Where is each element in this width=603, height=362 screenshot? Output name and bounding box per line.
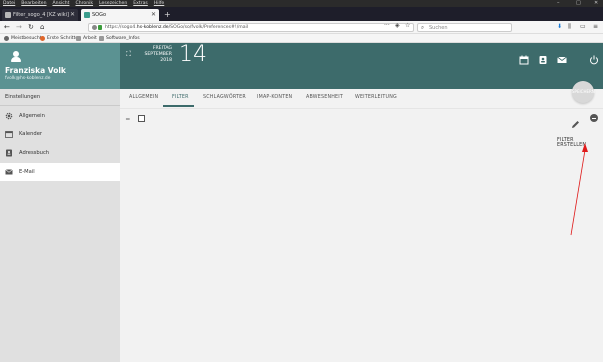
hamburger-menu-icon[interactable]: ≡ <box>593 23 598 30</box>
tab-vacation[interactable]: ABWESENHEIT <box>306 95 343 100</box>
sidebar-item-calendar[interactable]: Kalender <box>0 125 120 143</box>
forward-icon[interactable]: → <box>16 23 22 32</box>
info-icon[interactable] <box>92 25 97 30</box>
contacts-icon[interactable] <box>538 50 548 64</box>
mail-icon[interactable] <box>557 50 567 63</box>
sidebar-title: Einstellungen <box>5 94 41 100</box>
folder-icon <box>76 36 81 41</box>
tab-general[interactable]: ALLGEMEIN <box>129 95 158 100</box>
sidebar-item-label: Adressbuch <box>19 150 50 156</box>
date-day: 14 <box>179 42 207 67</box>
library-icon[interactable]: ⫼ <box>568 23 571 31</box>
bookmark-label: Arbeit <box>83 36 97 41</box>
menu-item-help[interactable]: Hilfe <box>151 0 167 7</box>
menu-item-bookmarks[interactable]: Lesezeichen <box>96 0 130 7</box>
url-path: /SOGo/so/fvolk/Preferences#!/mail <box>168 25 249 30</box>
fullscreen-icon[interactable]: ⛶ <box>126 50 134 58</box>
main-content <box>120 89 603 362</box>
sidebar-item-label: E-Mail <box>19 169 35 175</box>
calendar-icon <box>5 130 13 138</box>
gear-icon <box>5 112 13 120</box>
bookmark-most-visited[interactable]: Meistbesucht <box>4 34 42 43</box>
menu-item-view[interactable]: Ansicht <box>50 0 73 7</box>
select-all-checkbox[interactable] <box>138 115 145 122</box>
browser-tab-sogo[interactable]: SOGo ✕ <box>81 9 159 21</box>
browser-tab-wiki[interactable]: Filter_sogo_4 [KZ wiki] ✕ <box>2 9 78 21</box>
url-prefix: https://sogo4. <box>105 25 137 30</box>
more-actions-icon[interactable]: ··· <box>384 22 390 29</box>
bookmark-folder-work[interactable]: Arbeit <box>76 34 97 43</box>
edit-pencil-icon[interactable] <box>571 114 580 128</box>
user-panel: Franziska Volk fvolk@hs-koblenz.de <box>0 43 120 89</box>
menu-item-edit[interactable]: Bearbeiten <box>18 0 49 7</box>
bookmark-label: Software_Infos <box>106 36 140 41</box>
close-tab-icon[interactable]: ✕ <box>151 9 156 21</box>
menu-item-file[interactable]: Datei <box>0 0 18 7</box>
save-fab-button[interactable]: SPEICHERN <box>572 81 595 103</box>
date-text: FREITAG SEPTEMBER 2018 <box>140 46 172 64</box>
annotation-arrow <box>570 143 588 236</box>
preferences-sidebar: Einstellungen Allgemein Kalender Adressb… <box>0 89 120 362</box>
sogo-favicon-icon <box>84 12 90 18</box>
fab-label: SPEICHERN <box>572 89 595 94</box>
bookmarks-bar: Meistbesucht Erste Schritte Arbeit Softw… <box>0 34 603 43</box>
browser-tab-title: Filter_sogo_4 [KZ wiki] <box>13 12 70 18</box>
search-placeholder: Suchen <box>429 25 448 31</box>
sidebar-item-label: Allgemein <box>19 113 45 119</box>
new-tab-icon[interactable]: + <box>164 9 171 21</box>
sidebar-item-label: Kalender <box>19 131 43 137</box>
firefox-icon <box>40 36 45 41</box>
window-close-icon[interactable]: ✕ <box>594 0 598 7</box>
divider <box>0 105 120 106</box>
bookmark-first-steps[interactable]: Erste Schritte <box>40 34 78 43</box>
download-icon[interactable]: ⬇ <box>557 23 562 30</box>
tab-tags[interactable]: SCHLAGWÖRTER <box>203 95 246 100</box>
tab-forwarding[interactable]: WEITERLEITUNG <box>355 95 397 100</box>
calendar-icon[interactable] <box>519 50 529 65</box>
minimize-icon[interactable]: – <box>557 0 560 7</box>
tab-imap-accounts[interactable]: IMAP-KONTEN <box>257 95 292 100</box>
power-icon[interactable] <box>589 50 599 65</box>
sidebar-item-addressbook[interactable]: Adressbuch <box>0 144 120 162</box>
contacts-icon <box>5 149 13 157</box>
home-icon[interactable]: ⌂ <box>40 23 44 32</box>
pocket-icon[interactable]: ◈ <box>395 22 400 29</box>
bookmark-label: Meistbesucht <box>11 36 42 41</box>
sidebar-item-general[interactable]: Allgemein <box>0 107 120 125</box>
maximize-icon[interactable]: □ <box>576 0 581 7</box>
search-icon: ⌕ <box>421 25 425 31</box>
back-icon[interactable]: ← <box>4 23 10 32</box>
tab-filter[interactable]: FILTER <box>172 95 189 100</box>
folder-icon <box>99 36 104 41</box>
page-favicon-icon <box>5 12 11 18</box>
active-tab-indicator <box>163 105 194 107</box>
mail-icon <box>5 168 13 176</box>
lock-icon <box>98 25 102 30</box>
browser-tabstrip: Filter_sogo_4 [KZ wiki] ✕ SOGo ✕ + <box>0 7 603 21</box>
user-email: fvolk@hs-koblenz.de <box>5 76 51 81</box>
bookmark-folder-software[interactable]: Software_Infos <box>99 34 140 43</box>
remove-icon[interactable] <box>590 114 598 122</box>
search-input[interactable]: ⌕ Suchen <box>417 23 512 32</box>
sidebar-item-email[interactable]: E-Mail <box>0 163 120 181</box>
reload-icon[interactable]: ↻ <box>28 23 34 32</box>
url-bar[interactable]: https://sogo4.hs-koblenz.de/SOGo/so/fvol… <box>88 23 414 32</box>
user-name: Franziska Volk <box>5 66 66 75</box>
bookmark-label: Erste Schritte <box>47 36 79 41</box>
avatar-icon <box>10 51 22 63</box>
screen: Datei Bearbeiten Ansicht Chronik Lesezei… <box>0 0 603 362</box>
close-tab-icon[interactable]: ✕ <box>70 9 75 21</box>
date-year: 2018 <box>160 58 172 63</box>
bookmark-star-icon[interactable]: ☆ <box>405 22 410 29</box>
divider <box>120 108 603 109</box>
menu-item-tools[interactable]: Extras <box>130 0 151 7</box>
gear-icon <box>4 36 9 41</box>
drag-handle-icon[interactable]: ═ <box>126 116 130 123</box>
os-menubar: Datei Bearbeiten Ansicht Chronik Lesezei… <box>0 0 603 7</box>
browser-navbar: ← → ↻ ⌂ https://sogo4.hs-koblenz.de/SOGo… <box>0 21 603 34</box>
menu-item-history[interactable]: Chronik <box>72 0 96 7</box>
url-domain: hs-koblenz.de <box>136 25 169 30</box>
browser-tab-title: SOGo <box>92 12 107 18</box>
sidebar-toggle-icon[interactable]: ▭ <box>580 23 586 30</box>
